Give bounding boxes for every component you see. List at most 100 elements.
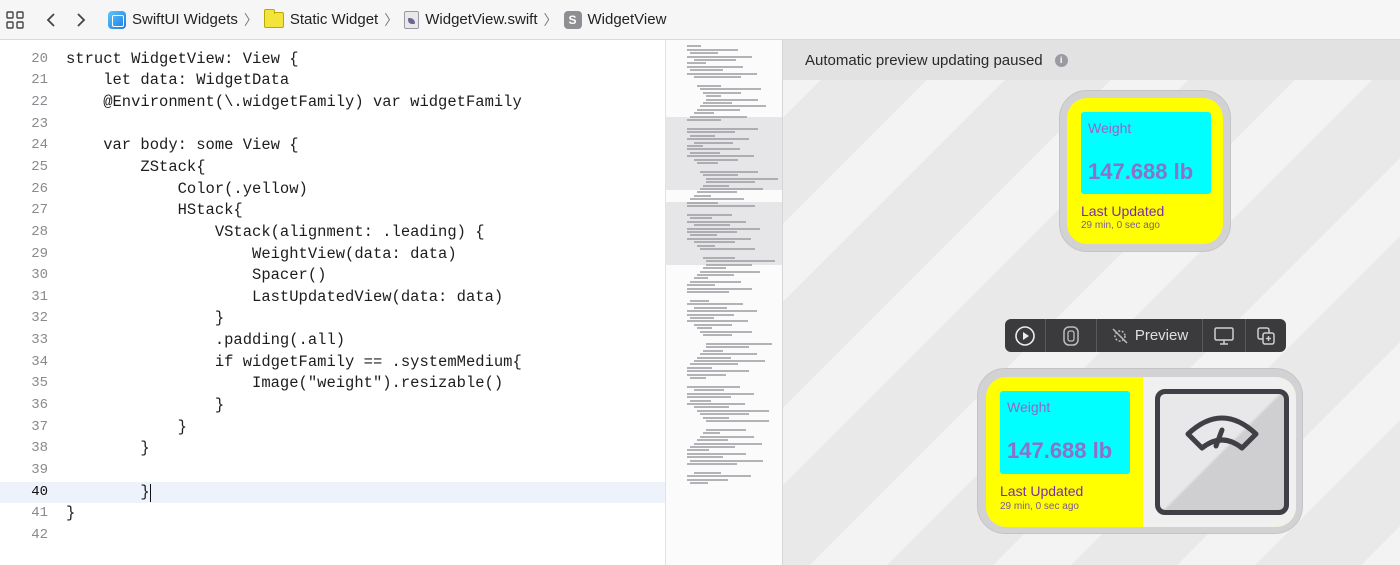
minimap-line [687,62,707,65]
line-number: 36 [31,397,48,414]
code-text: var body: some View { [66,136,299,155]
minimap-line [696,108,740,111]
minimap-line [706,95,722,98]
line-number: 41 [31,505,48,522]
minimap-line [690,317,715,319]
minimap-line [690,300,710,302]
minimap-line [687,201,719,204]
minimap-line [700,270,760,273]
minimap-line [687,65,744,68]
code-line[interactable]: 39 [0,460,665,482]
duplicate-icon[interactable] [1246,319,1286,352]
info-icon[interactable]: i [1054,53,1068,67]
minimap-line [687,119,722,121]
code-text: Color(.yellow) [66,179,308,198]
minimap-line [690,52,719,55]
code-line[interactable]: 28 VStack(alignment: .leading) { [0,222,665,244]
minimap-line [703,174,739,177]
minimap-line [690,446,736,448]
minimap-line [687,205,756,207]
preview-canvas[interactable]: Automatic preview updating paused i Weig… [783,40,1400,565]
code-line[interactable]: 26 Color(.yellow) [0,179,665,201]
minimap-line [703,432,721,435]
minimap-line [696,191,737,194]
breadcrumb-folder[interactable]: Static Widget [263,8,378,28]
code-line[interactable]: 19 [0,40,665,49]
grid-icon[interactable] [0,0,30,40]
minimap-line [703,334,733,336]
chevron-right-icon: 〉 [243,11,258,28]
code-editor[interactable]: 1920 struct WidgetView: View {21 let data… [0,40,665,565]
code-text: VStack(alignment: .leading) { [66,222,485,241]
play-circle-icon[interactable] [1005,319,1045,352]
medium-widget[interactable]: Weight 147.688 lb Last Updated 29 min, 0… [986,377,1296,527]
code-line[interactable]: 20 struct WidgetView: View { [0,49,665,71]
minimap-line [687,320,749,323]
preview-button[interactable]: Preview [1097,319,1202,352]
minimap-line [703,184,730,187]
minimap-line [693,141,733,144]
minimap-line [690,399,712,402]
minimap-line [693,306,727,309]
code-line[interactable]: 38 } [0,438,665,460]
code-text: } [66,417,187,436]
line-number: 22 [31,93,48,110]
minimap-line [706,98,759,101]
minimap-line [696,85,721,87]
code-line[interactable]: 24 var body: some View { [0,135,665,157]
small-widget[interactable]: Weight 147.688 lb Last Updated 29 min, 0… [1067,98,1223,244]
minimap-line [687,366,713,369]
code-line[interactable]: 22 @Environment(\.widgetFamily) var widg… [0,92,665,114]
weight-image-panel [1143,377,1296,527]
code-text: @Environment(\.widgetFamily) var widgetF… [66,92,522,111]
code-line[interactable]: 33 .padding(.all) [0,330,665,352]
code-line[interactable]: 40 } [0,481,665,504]
minimap-line [690,115,748,118]
scale-icon [1155,389,1289,515]
code-line[interactable]: 27 HStack{ [0,200,665,222]
minimap-line [703,257,736,259]
line-number: 40 [31,483,48,500]
minimap-line [690,151,721,154]
minimap[interactable] [665,40,783,565]
minimap-line [687,370,750,373]
code-line[interactable]: 41} [0,503,665,525]
minimap-line [690,134,716,137]
line-number: 35 [31,375,48,392]
chevron-right-icon: 〉 [384,11,399,28]
monitor-icon[interactable] [1203,319,1245,352]
code-line[interactable]: 31 LastUpdatedView(data: data) [0,287,665,309]
breadcrumb-project[interactable]: SwiftUI Widgets [108,10,238,29]
code-line[interactable]: 36 } [0,395,665,417]
code-line[interactable]: 23 [0,114,665,136]
minimap-line [687,449,710,452]
breadcrumb-symbol[interactable]: S WidgetView [563,10,666,29]
code-line[interactable]: 34 if widgetFamily == .systemMedium{ [0,352,665,374]
minimap-line [687,55,753,58]
line-number: 29 [31,245,48,262]
code-line[interactable]: 37 } [0,417,665,439]
last-updated-label: Last Updated [1081,203,1165,219]
breadcrumb-file[interactable]: WidgetView.swift [404,10,538,29]
code-line[interactable]: 32 } [0,308,665,330]
preview-toolbar: Preview [1005,319,1286,352]
jump-bar: SwiftUI Widgets 〉 Static Widget 〉 Widget… [0,0,1400,40]
device-settings-icon[interactable] [1046,319,1096,352]
preview-status-bar: Automatic preview updating paused i [783,40,1400,80]
line-number: 31 [31,288,48,305]
minimap-line [693,323,732,326]
code-line[interactable]: 42 [0,525,665,547]
code-text: } [66,396,225,415]
minimap-line [690,482,709,485]
code-line[interactable]: 30 Spacer() [0,265,665,287]
minimap-visible-region[interactable] [666,202,782,265]
minimap-line [693,277,708,280]
code-line[interactable]: 25 ZStack{ [0,157,665,179]
weight-view: Weight 147.688 lb [1081,112,1211,194]
line-number: 42 [31,526,48,543]
code-line[interactable]: 35 Image("weight").resizable() [0,373,665,395]
code-line[interactable]: 29 WeightView(data: data) [0,244,665,266]
back-icon[interactable] [36,0,66,40]
code-line[interactable]: 21 let data: WidgetData [0,70,665,92]
forward-icon[interactable] [66,0,96,40]
